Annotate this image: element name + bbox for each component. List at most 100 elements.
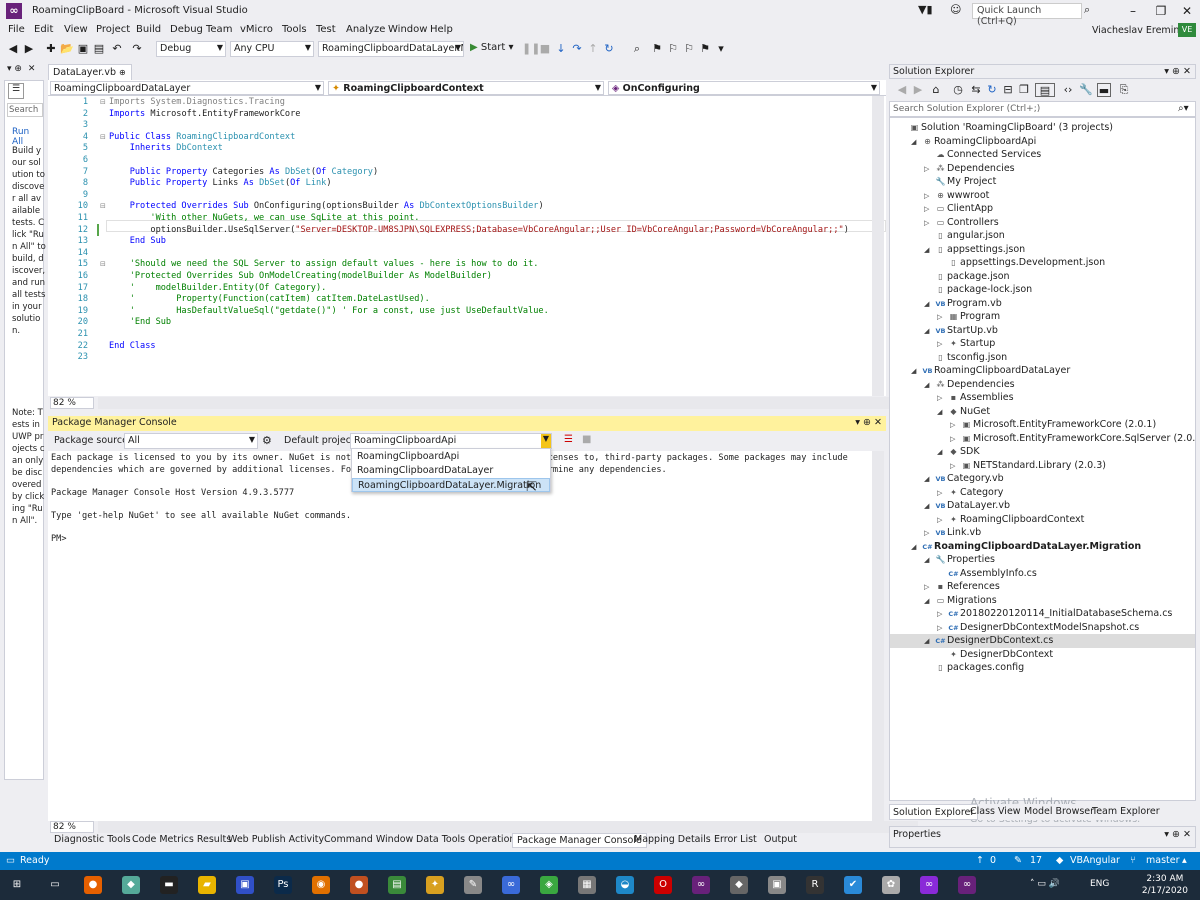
tab-output[interactable]: Output (760, 833, 801, 848)
tree-node[interactable]: ▷ ▣ Microsoft.EntityFrameworkCore (2.0.1) (890, 418, 1195, 432)
app-icon[interactable]: ✔ (844, 876, 862, 894)
forward-icon[interactable]: ▶ (22, 42, 36, 56)
code-line[interactable]: 13 End Sub (48, 236, 818, 248)
pending-changes-icon[interactable]: ⎘ (1117, 83, 1131, 97)
tree-node[interactable]: ◢ ▯ appsettings.json (890, 243, 1195, 257)
dropdown-option[interactable]: RoamingClipboardDataLayer (352, 464, 550, 478)
open-file-icon[interactable]: 📂 (60, 42, 74, 56)
menu-analyze[interactable]: Analyze (346, 24, 385, 35)
editor-horizontal-scrollbar[interactable] (98, 397, 918, 409)
step-into-icon[interactable]: ↓ (554, 42, 568, 56)
sync-icon[interactable]: ⇆ (969, 83, 983, 97)
code-line[interactable]: 1 Imports System.Diagnostics.Tracing (48, 97, 818, 109)
expander-icon[interactable]: ◢ (937, 406, 947, 420)
photoshop-icon[interactable]: Ps (274, 876, 292, 894)
pending-changes-count[interactable]: 17 (1030, 855, 1042, 866)
tree-node[interactable]: ◢ VB Category.vb (890, 472, 1195, 486)
opera-icon[interactable]: O (654, 876, 672, 894)
toolbar-overflow-icon[interactable]: ▾ (714, 42, 728, 56)
properties-window-controls[interactable]: ▾ ⊕ ✕ (1164, 829, 1191, 840)
new-project-icon[interactable]: ✚ (44, 42, 58, 56)
app-icon[interactable]: ▣ (768, 876, 786, 894)
tab-model-browser[interactable]: Model Browser (1021, 804, 1097, 820)
tree-node[interactable]: ▯ tsconfig.json (890, 351, 1195, 365)
solution-search-input[interactable]: Search Solution Explorer (Ctrl+;) (889, 101, 1196, 117)
tree-node[interactable]: C#AssemblyInfo.cs (890, 567, 1195, 581)
tree-node[interactable]: ✦ DesignerDbContext (890, 648, 1195, 662)
save-all-icon[interactable]: ▤ (92, 42, 106, 56)
system-tray-icons[interactable]: ˄ ▭ 🔊 (1030, 879, 1060, 889)
package-source-select[interactable]: All ▼ (124, 433, 258, 449)
code-line[interactable]: 17 ' modelBuilder.Entity(Of Category). (48, 283, 818, 295)
nav-project-select[interactable]: RoamingClipboardDataLayer ▼ (50, 81, 324, 95)
tree-node[interactable]: ▷ C#20180220120114_InitialDatabaseSchema.… (890, 607, 1195, 621)
refresh-icon[interactable]: ↻ (602, 42, 616, 56)
app-icon[interactable]: ◉ (312, 876, 330, 894)
tab-mapping-details[interactable]: Mapping Details (630, 833, 715, 848)
code-line[interactable]: 2 Imports Microsoft.EntityFrameworkCore (48, 109, 818, 121)
solution-config-select[interactable]: Debug ▼ (156, 41, 226, 57)
tab-class-view[interactable]: Class View (967, 804, 1024, 820)
stop-icon[interactable]: ■ (538, 42, 552, 56)
notification-icon[interactable]: ▼▮ (918, 3, 944, 19)
expander-icon[interactable]: ◢ (924, 379, 934, 393)
find-icon[interactable]: ⌕ (630, 42, 644, 56)
tree-node[interactable]: ◢ VB DataLayer.vb (890, 499, 1195, 513)
app-icon[interactable]: ▦ (578, 876, 596, 894)
app-icon[interactable]: ◈ (540, 876, 558, 894)
tree-node[interactable]: ▣ Solution 'RoamingClipBoard' (3 projects… (890, 121, 1195, 135)
app-icon[interactable]: ◆ (122, 876, 140, 894)
expander-icon[interactable]: ◢ (937, 446, 947, 460)
run-all-link[interactable]: Run All (12, 127, 43, 147)
tree-node[interactable]: 🔧 My Project (890, 175, 1195, 189)
tab-web-publish-activity[interactable]: Web Publish Activity (224, 833, 328, 848)
editor-vertical-scrollbar[interactable] (872, 96, 884, 396)
tree-node[interactable]: ◢ VB StartUp.vb (890, 324, 1195, 338)
tab-data-tools-operations[interactable]: Data Tools Operations (412, 833, 524, 848)
expander-icon[interactable]: ◢ (924, 244, 934, 258)
app-icon[interactable]: ✿ (882, 876, 900, 894)
code-line[interactable]: 9 (48, 190, 818, 202)
menu-tools[interactable]: Tools (282, 24, 307, 35)
expander-icon[interactable]: ◢ (924, 325, 934, 339)
pmc-zoom-select[interactable]: 82 % (50, 821, 94, 833)
collapse-icon[interactable]: ⊟ (100, 98, 106, 106)
app-icon[interactable]: ◆ (730, 876, 748, 894)
expander-icon[interactable]: ▷ (950, 433, 960, 447)
code-line[interactable]: 7 Public Property Categories As DbSet(Of… (48, 167, 818, 179)
quick-launch-input[interactable]: Quick Launch (Ctrl+Q) (972, 3, 1082, 27)
collapse-icon[interactable]: ⊟ (100, 202, 106, 210)
close-icon[interactable]: ✕ (28, 64, 36, 74)
tree-node[interactable]: ◢ ⁂ Dependencies (890, 378, 1195, 392)
expander-icon[interactable]: ▷ (924, 163, 934, 177)
nav-member-select[interactable]: ◈ OnConfiguring ▼ (608, 81, 880, 95)
pmc-window-controls[interactable]: ▾ ⊕ ✕ (855, 417, 882, 428)
expander-icon[interactable]: ▷ (937, 608, 947, 622)
user-name[interactable]: Viacheslav Eremin (1092, 25, 1179, 36)
tree-node[interactable]: ◢ ⊕ RoamingClipboardApi (890, 135, 1195, 149)
visual-studio-icon[interactable]: ∞ (692, 876, 710, 894)
expander-icon[interactable]: ▷ (950, 419, 960, 433)
bookmark-icon[interactable]: ⚑ (650, 42, 664, 56)
expander-icon[interactable]: ▷ (924, 581, 934, 595)
tab-package-manager-console[interactable]: Package Manager Console (512, 833, 647, 848)
expander-icon[interactable]: ▷ (924, 527, 934, 541)
tree-node[interactable]: ▷ ▪ References (890, 580, 1195, 594)
code-line[interactable]: 11 'With other NuGets, we can use SqLite… (48, 213, 818, 225)
pin-icon[interactable]: ▾ ⊕ (7, 64, 22, 74)
tree-node[interactable]: ◢ VB Program.vb (890, 297, 1195, 311)
back-icon[interactable]: ◀ (6, 42, 20, 56)
tab-datalayer-vb[interactable]: DataLayer.vb ⊕ ✕ (48, 64, 132, 88)
app-icon[interactable]: ▤ (388, 876, 406, 894)
code-line[interactable]: 3 (48, 120, 818, 132)
branch-name[interactable]: master (1146, 855, 1180, 866)
preview-icon[interactable]: ▬ (1097, 83, 1111, 97)
collapse-icon[interactable]: ⊟ (100, 260, 106, 268)
expander-icon[interactable]: ◢ (924, 595, 934, 609)
tree-node[interactable]: ◢ ▭ Migrations (890, 594, 1195, 608)
expander-icon[interactable]: ◢ (911, 136, 921, 150)
expander-icon[interactable]: ◢ (924, 473, 934, 487)
menu-vmicro[interactable]: vMicro (240, 24, 273, 35)
tree-node[interactable]: ▯ package-lock.json (890, 283, 1195, 297)
home-icon[interactable]: ⌂ (929, 83, 943, 97)
